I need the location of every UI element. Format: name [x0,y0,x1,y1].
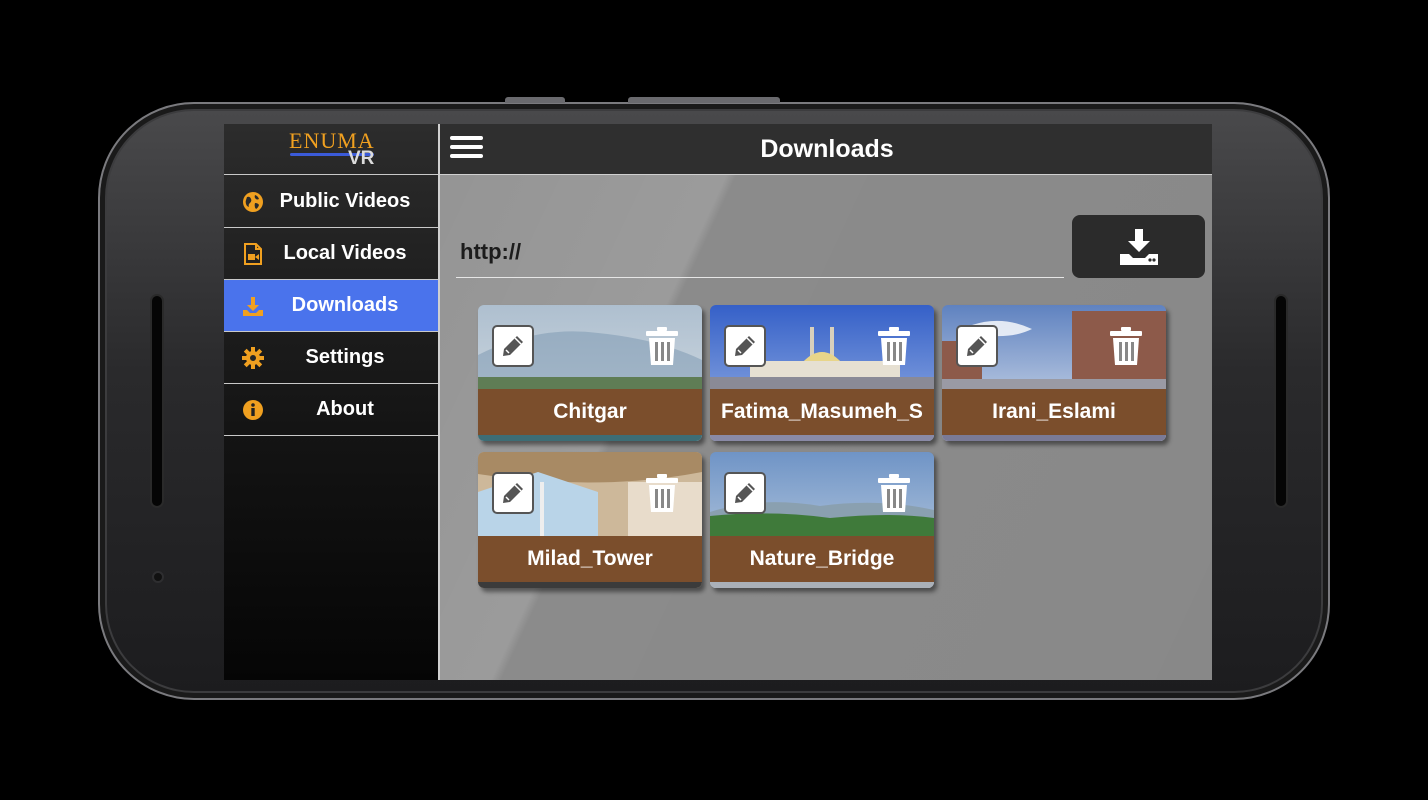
edit-button[interactable] [956,325,998,367]
edit-button[interactable] [724,472,766,514]
video-title: Fatima_Masumeh_S [710,389,934,435]
edit-button[interactable] [492,325,534,367]
phone-volume-button [628,97,780,103]
video-card-chitgar[interactable]: Chitgar [478,305,702,441]
edit-button[interactable] [492,472,534,514]
logo-subtext: VR [348,148,375,169]
sidebar-item-settings[interactable]: Settings [224,332,438,384]
phone-speaker-right [1274,294,1288,508]
pencil-icon [735,336,755,356]
sidebar-item-public-videos[interactable]: Public Videos [224,176,438,228]
sidebar-item-label: About [316,398,374,420]
pencil-icon [967,336,987,356]
video-card-milad-tower[interactable]: Milad_Tower [478,452,702,588]
delete-button[interactable] [644,325,680,367]
page-title: Downloads [760,135,894,163]
trash-icon [646,474,678,512]
video-card-irani-eslami[interactable]: Irani_Eslami [942,305,1166,441]
downloads-panel: Downloads http:// Chitgar Fatima_Masumeh… [438,124,1212,680]
video-card-fatima-masumeh[interactable]: Fatima_Masumeh_S [710,305,934,441]
pencil-icon [735,483,755,503]
app-logo: ENUMA VR [224,124,438,175]
video-title: Nature_Bridge [710,536,934,582]
sidebar-item-local-videos[interactable]: Local Videos [224,228,438,280]
phone-speaker-left [150,294,164,508]
edit-button[interactable] [724,325,766,367]
pencil-icon [503,483,523,503]
sidebar-item-about[interactable]: About [224,384,438,436]
globe-icon [243,192,263,212]
info-icon [243,400,263,420]
download-tray-icon [1119,228,1158,265]
sidebar-item-downloads[interactable]: Downloads [224,280,438,332]
sidebar-item-label: Local Videos [283,242,407,264]
video-file-icon [244,243,262,265]
phone-power-button [505,97,565,103]
app-screen: ENUMA VR Public Videos Local Videos Down… [224,124,1212,680]
trash-icon [878,327,910,365]
delete-button[interactable] [644,472,680,514]
phone-camera [152,571,164,583]
sidebar-item-label: Public Videos [279,190,411,212]
delete-button[interactable] [876,472,912,514]
delete-button[interactable] [876,325,912,367]
gear-icon [242,347,264,369]
delete-button[interactable] [1108,325,1144,367]
trash-icon [646,327,678,365]
video-title: Irani_Eslami [942,389,1166,435]
trash-icon [1110,327,1142,365]
pencil-icon [503,336,523,356]
url-input[interactable] [456,226,1064,278]
video-title: Chitgar [478,389,702,435]
video-card-nature-bridge[interactable]: Nature_Bridge [710,452,934,588]
download-icon [243,297,263,316]
app-bar: Downloads [440,124,1212,175]
sidebar-item-label: Settings [305,346,385,368]
sidebar-item-label: Downloads [291,294,399,316]
trash-icon [878,474,910,512]
navigation-drawer: ENUMA VR Public Videos Local Videos Down… [224,124,438,680]
video-title: Milad_Tower [478,536,702,582]
download-button[interactable] [1072,215,1205,278]
